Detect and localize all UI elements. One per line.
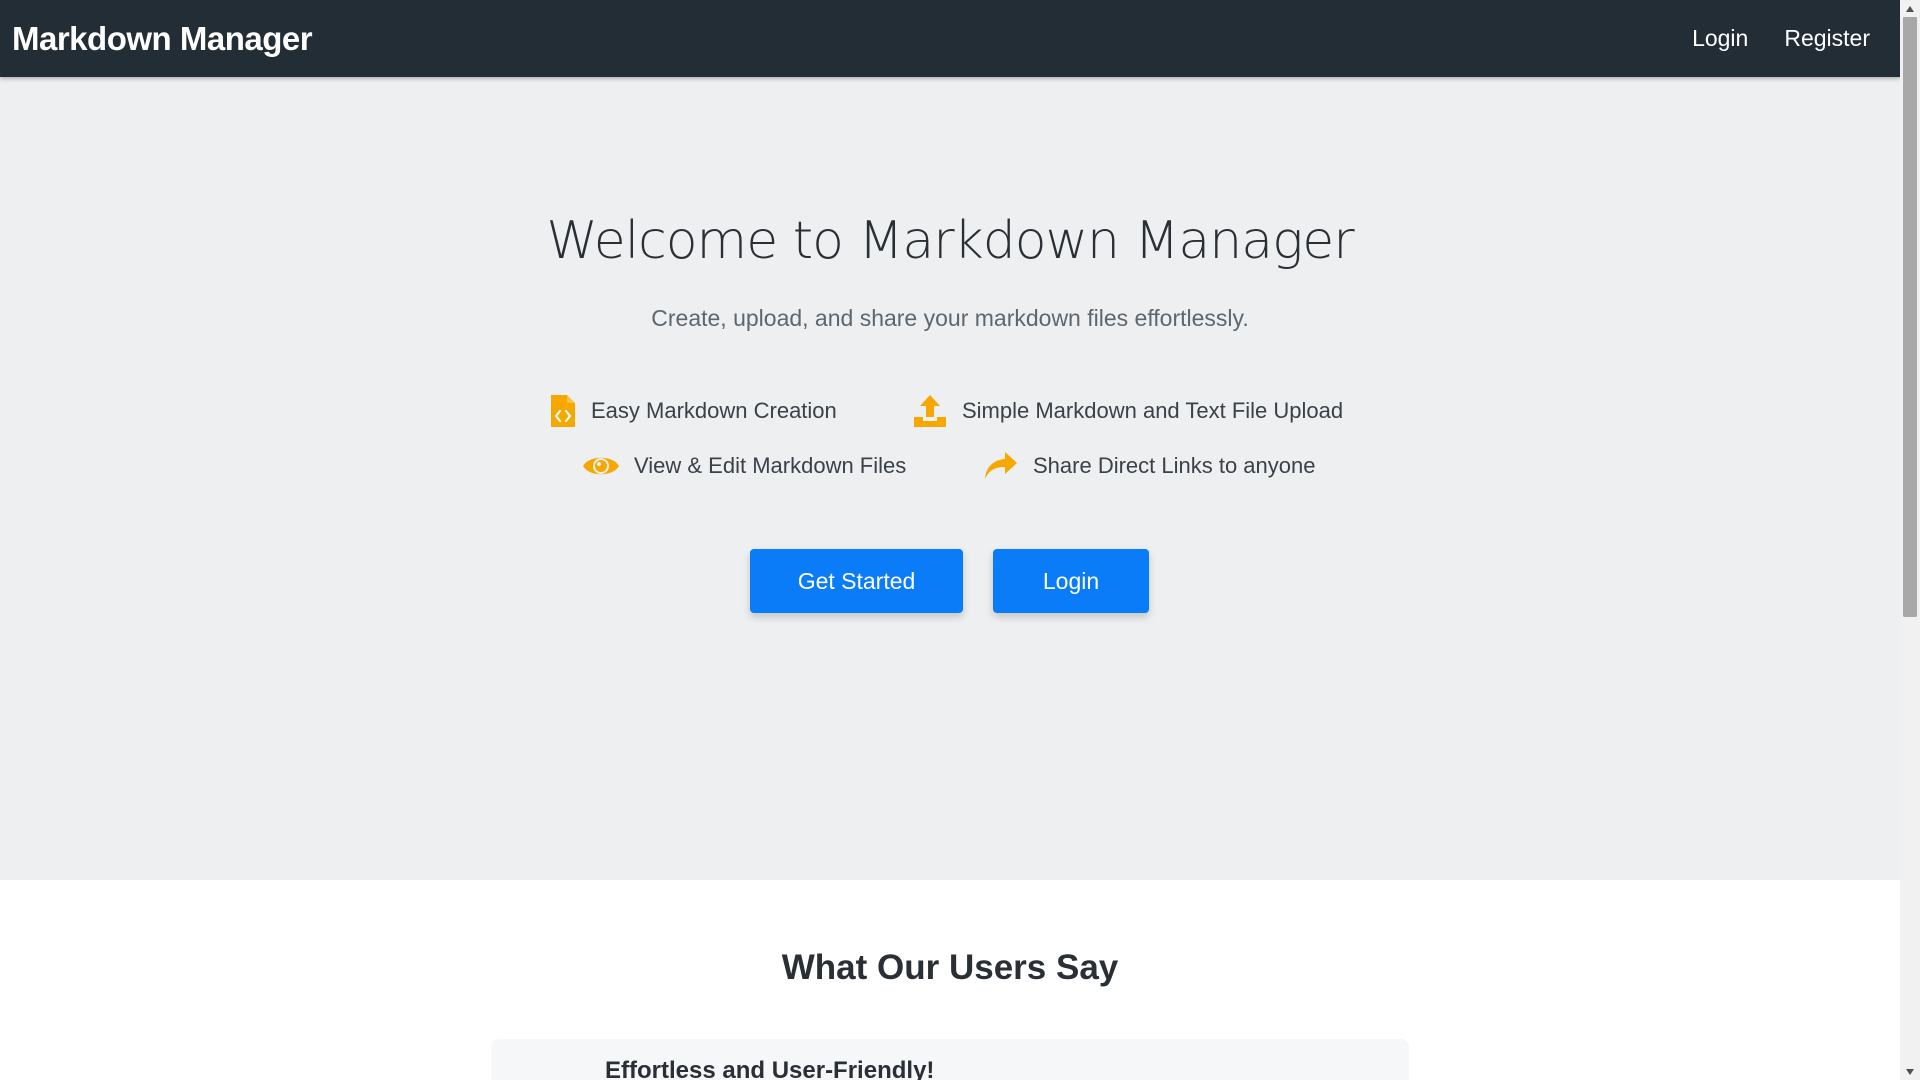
scroll-down-arrow-icon[interactable]: [1900, 1063, 1920, 1080]
nav-login-link[interactable]: Login: [1692, 25, 1748, 52]
testimonials-title: What Our Users Say: [781, 948, 1119, 987]
eye-icon: [582, 452, 620, 480]
feature-label: Simple Markdown and Text File Upload: [962, 398, 1344, 423]
file-code-icon: [549, 393, 577, 429]
nav-register-link[interactable]: Register: [1784, 25, 1870, 52]
navbar: Markdown Manager Login Register: [0, 0, 1900, 77]
feature-item-view-edit: View & Edit Markdown Files: [582, 452, 906, 480]
feature-label: Easy Markdown Creation: [591, 398, 837, 423]
testimonials-section: What Our Users Say Effortless and User-F…: [0, 880, 1900, 1080]
feature-item-share: Share Direct Links to anyone: [983, 450, 1316, 482]
upload-icon: [912, 393, 948, 429]
feature-item-creation: Easy Markdown Creation: [549, 393, 837, 429]
hero-section: Welcome to Markdown Manager Create, uplo…: [0, 77, 1900, 880]
hero-title: Welcome to Markdown Manager: [546, 211, 1354, 271]
feature-item-upload: Simple Markdown and Text File Upload: [912, 393, 1343, 429]
scroll-up-arrow-icon[interactable]: [1900, 0, 1920, 17]
hero-subtitle: Create, upload, and share your markdown …: [651, 305, 1249, 331]
scrollbar-thumb[interactable]: [1903, 17, 1917, 617]
vertical-scrollbar[interactable]: [1900, 0, 1920, 1080]
testimonial-card-title: Effortless and User-Friendly!: [605, 1057, 935, 1080]
page: Markdown Manager Login Register Welcome …: [0, 0, 1900, 1080]
login-button[interactable]: Login: [993, 549, 1149, 613]
feature-label: Share Direct Links to anyone: [1033, 453, 1316, 478]
get-started-button[interactable]: Get Started: [750, 549, 963, 613]
brand-logo[interactable]: Markdown Manager: [12, 20, 313, 58]
nav-links: Login Register: [1692, 25, 1888, 52]
share-icon: [983, 450, 1019, 482]
feature-label: View & Edit Markdown Files: [634, 453, 907, 478]
testimonial-card: Effortless and User-Friendly!: [491, 1039, 1409, 1080]
